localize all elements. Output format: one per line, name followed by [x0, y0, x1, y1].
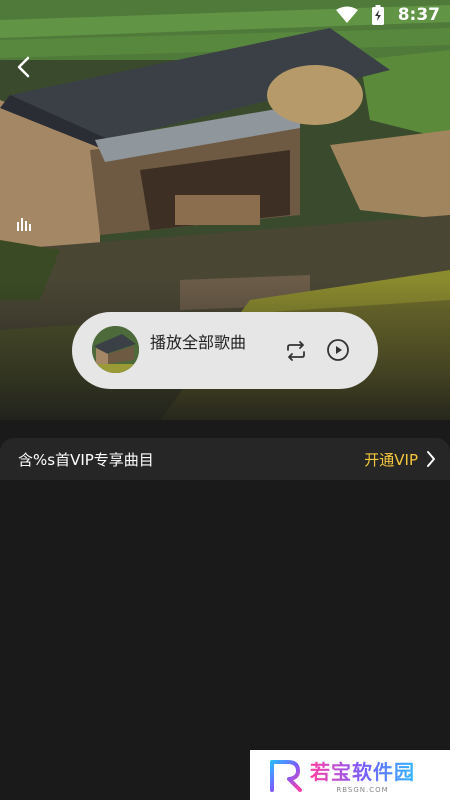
- play-button[interactable]: [326, 338, 350, 362]
- battery-charging-icon: [371, 5, 384, 25]
- play-all-card[interactable]: 播放全部歌曲: [72, 312, 378, 389]
- equalizer-icon: [16, 216, 32, 232]
- watermark-logo: [270, 760, 302, 792]
- wifi-icon: [335, 6, 358, 24]
- chevron-left-icon: [17, 56, 30, 78]
- watermark-subtitle: RBSGN.COM: [336, 786, 389, 794]
- status-bar: 8:37: [0, 0, 450, 30]
- watermark-title: 若宝软件园: [310, 756, 415, 785]
- play-circle-icon: [327, 339, 349, 361]
- vip-track-count-text: 含%s首VIP专享曲目: [18, 450, 154, 469]
- vip-banner: 含%s首VIP专享曲目 开通VIP: [0, 438, 450, 480]
- open-vip-label: 开通VIP: [364, 450, 418, 469]
- chevron-right-icon: [427, 451, 435, 467]
- repeat-icon: [287, 341, 305, 361]
- status-time: 8:37: [397, 5, 440, 25]
- play-all-label: 播放全部歌曲: [150, 333, 247, 352]
- back-button[interactable]: [12, 54, 36, 80]
- watermark: 若宝软件园 RBSGN.COM: [250, 750, 450, 800]
- album-thumbnail: [92, 326, 139, 373]
- open-vip-button[interactable]: 开通VIP: [364, 449, 436, 470]
- repeat-button[interactable]: [284, 339, 308, 363]
